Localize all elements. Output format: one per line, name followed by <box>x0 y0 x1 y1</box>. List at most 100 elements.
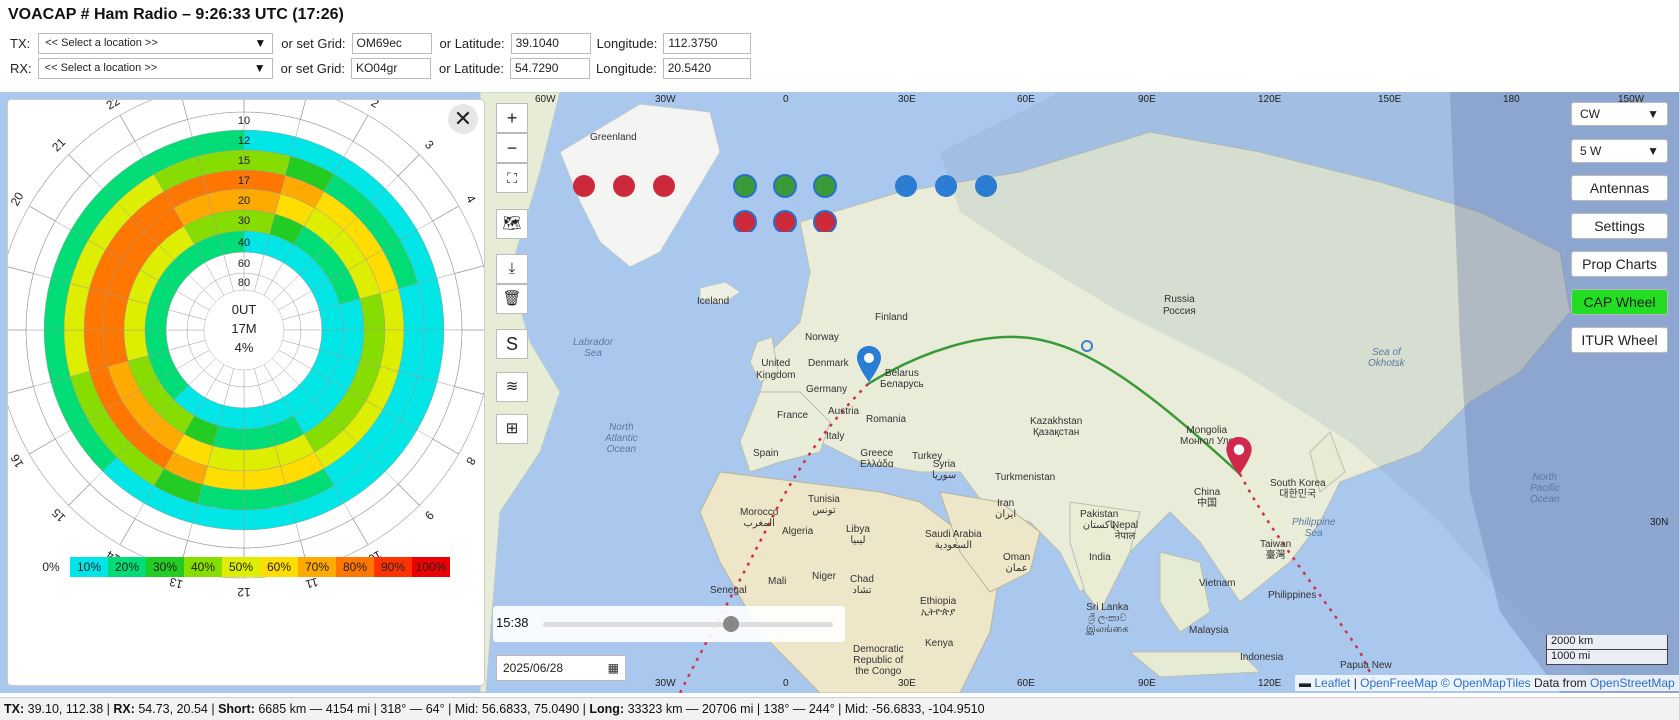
rx-lat-input[interactable] <box>510 57 591 79</box>
close-icon: ✕ <box>453 106 473 131</box>
lon-label-bottom: 60E <box>1017 678 1035 689</box>
lon-label-bottom: 30W <box>655 678 676 689</box>
country-label: Malaysia <box>1189 625 1229 636</box>
scale-mi: 1000 mi <box>1546 650 1668 665</box>
openstreetmap-link[interactable]: OpenStreetMap <box>1590 676 1675 690</box>
date-input[interactable]: 2025/06/28 ▦ <box>496 655 626 681</box>
leaflet-link[interactable]: Leaflet <box>1314 676 1350 690</box>
settings-button[interactable]: Settings <box>1571 213 1668 239</box>
lon-label-top: 30E <box>898 94 916 105</box>
country-label: India <box>1089 552 1111 563</box>
download-button[interactable]: ⤓ <box>496 254 528 284</box>
hour-label: 3 <box>422 137 437 152</box>
time-slider-thumb[interactable] <box>723 616 739 632</box>
tx-grid-input[interactable] <box>351 32 432 54</box>
lon-label-top: 60W <box>535 94 556 105</box>
zoom-in-button[interactable]: + <box>496 103 528 133</box>
close-button[interactable]: ✕ <box>448 104 478 134</box>
tx-lon-input[interactable] <box>663 32 752 54</box>
country-label: Vietnam <box>1199 578 1236 589</box>
grid-icon: ⊞ <box>505 420 519 437</box>
rx-marker-icon[interactable] <box>857 346 881 382</box>
mode-value: CW <box>1580 107 1600 121</box>
country-label: South Korea 대한민국 <box>1270 478 1326 500</box>
lon-label-top: 90E <box>1138 94 1156 105</box>
time-slider-track[interactable] <box>543 622 833 627</box>
openfreemap-link[interactable]: OpenFreeMap <box>1360 676 1437 690</box>
country-label: Kazakhstan Қазақстан <box>1030 416 1083 438</box>
legend-cell: 30% <box>146 557 184 577</box>
power-select[interactable]: 5 W ▼ <box>1571 139 1668 163</box>
tx-label: TX: <box>10 35 31 51</box>
country-label: Spain <box>753 448 779 459</box>
openmaptiles-link[interactable]: © OpenMapTiles <box>1441 676 1531 690</box>
tx-marker-icon[interactable] <box>1226 437 1252 475</box>
download-icon: ⤓ <box>508 260 516 277</box>
ocean-label: Sea of Okhotsk <box>1368 347 1405 369</box>
country-label: Mali <box>768 576 787 587</box>
lon-label-bottom: 30E <box>898 678 916 689</box>
mode-select[interactable]: CW ▼ <box>1571 102 1668 126</box>
country-label: Morocco المغرب <box>740 507 779 529</box>
country-label: Norway <box>805 332 839 343</box>
hour-label: 12 <box>237 585 251 599</box>
country-label: Libya ليبيا <box>846 524 870 546</box>
hour-label: 21 <box>49 135 69 155</box>
band-label: 12 <box>238 135 250 147</box>
map-layer-toggle-button[interactable]: 🗺 <box>496 209 528 239</box>
band-label: 10 <box>238 115 250 127</box>
country-label: Democratic Republic of the Congo <box>853 644 904 677</box>
legend-cell: 0% <box>32 557 70 577</box>
rx-lon-input[interactable] <box>662 57 751 79</box>
app-title: VOACAP # Ham Radio – 9:26:33 UTC (17:26) <box>8 6 344 23</box>
country-label: Turkmenistan <box>995 472 1056 483</box>
country-label: Germany <box>806 384 848 395</box>
rx-location-select[interactable]: << Select a location >> ▼ <box>37 57 273 79</box>
country-label: Oman عمان <box>1003 552 1031 574</box>
chevron-down-icon: ▼ <box>253 61 266 75</box>
lon-label-top: 0 <box>783 94 789 105</box>
fullscreen-button[interactable]: ⛶ <box>496 163 528 193</box>
legend-cell: 70% <box>298 557 336 577</box>
cap-wheel-chart: 0123456789101112131415161718192021222310… <box>0 61 513 599</box>
lon-label-bottom: 90E <box>1138 678 1156 689</box>
hour-label: 9 <box>422 508 437 523</box>
rx-grid-input[interactable] <box>350 57 431 79</box>
delete-button[interactable]: 🗑 <box>496 284 528 314</box>
grid-button[interactable]: ⊞ <box>496 414 528 444</box>
itur-wheel-button[interactable]: ITUR Wheel <box>1571 327 1668 353</box>
country-label: Algeria <box>782 526 814 537</box>
cap-wheel-button[interactable]: CAP Wheel <box>1571 289 1668 315</box>
zoom-out-button[interactable]: − <box>496 133 528 163</box>
power-value: 5 W <box>1580 144 1602 158</box>
time-label: 15:38 <box>496 615 529 630</box>
country-label: Tunisia تونس <box>808 494 840 516</box>
ocean-label: Philippine Sea <box>1292 517 1336 539</box>
country-label: Papua New <box>1340 660 1392 671</box>
rx-label: RX: <box>10 60 32 76</box>
layers-button[interactable]: ≋ <box>496 372 528 402</box>
band-label: 40 <box>238 237 250 249</box>
country-label: Taiwan 臺灣 <box>1260 539 1292 561</box>
tx-lat-input[interactable] <box>510 32 591 54</box>
chevron-down-icon: ▼ <box>254 36 267 50</box>
center-label: 4% <box>235 340 254 355</box>
rx-lon-label: Longitude: <box>596 60 657 76</box>
time-slider-panel <box>493 606 845 642</box>
antennas-button[interactable]: Antennas <box>1571 175 1668 201</box>
legend-cell: 80% <box>336 557 374 577</box>
rx-lat-label: or Latitude: <box>438 60 505 76</box>
tx-location-select[interactable]: << Select a location >> ▼ <box>38 32 274 54</box>
attribution: ▬ Leaflet | OpenFreeMap © OpenMapTiles D… <box>1295 675 1679 691</box>
hour-label: 11 <box>304 575 320 592</box>
country-label: Indonesia <box>1240 652 1284 663</box>
country-label: Belarus Беларусь <box>880 368 924 390</box>
date-value: 2025/06/28 <box>503 661 564 675</box>
trash-icon: 🗑 <box>502 290 522 307</box>
ocean-label: Labrador Sea <box>573 337 614 359</box>
s-button[interactable]: S <box>496 329 528 359</box>
prop-charts-button[interactable]: Prop Charts <box>1571 251 1668 277</box>
lat-label-right: 30N <box>1650 517 1669 528</box>
country-label: Finland <box>875 312 908 323</box>
legend-cell: 20% <box>108 557 146 577</box>
